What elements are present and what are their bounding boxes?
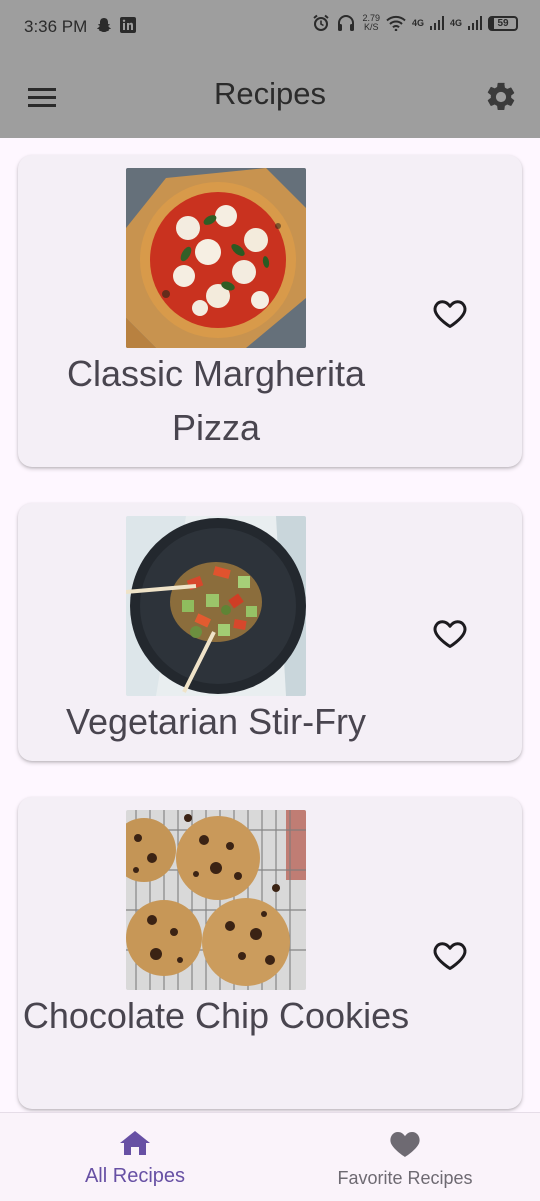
nav-item-favorite-recipes[interactable]: Favorite Recipes	[270, 1113, 540, 1201]
status-time: 3:36 PM	[24, 17, 88, 36]
linkedin-icon	[120, 17, 136, 33]
recipe-card[interactable]: Vegetarian Stir-Fry	[18, 503, 522, 761]
battery-level: 59	[497, 17, 509, 29]
gear-icon[interactable]	[484, 80, 518, 114]
home-icon	[120, 1131, 150, 1155]
battery-icon: 59	[488, 15, 518, 31]
alarm-icon	[313, 14, 330, 31]
snapchat-icon	[97, 18, 111, 32]
heart-outline-icon[interactable]	[432, 937, 468, 973]
recipe-card[interactable]: Classic Margherita Pizza	[18, 155, 522, 467]
wifi-icon	[386, 15, 406, 31]
stir-fry-image	[126, 516, 306, 696]
heart-outline-icon[interactable]	[432, 295, 468, 331]
network-type-1: 4G	[411, 18, 424, 28]
recipe-card[interactable]: Chocolate Chip Cookies	[18, 797, 522, 1109]
recipe-title: Vegetarian Stir-Fry	[65, 701, 367, 742]
bottom-navigation: All Recipes Favorite Recipes	[0, 1112, 540, 1201]
app-bar: Recipes	[0, 56, 540, 138]
network-type-2: 4G	[449, 18, 462, 28]
page-title: Recipes	[214, 76, 326, 111]
signal-icon	[429, 16, 444, 30]
headphones-icon	[338, 15, 355, 31]
heart-icon	[390, 1132, 420, 1157]
recipe-title: Chocolate Chip Cookies	[22, 995, 410, 1036]
heart-outline-icon[interactable]	[432, 615, 468, 651]
pizza-image	[126, 168, 306, 348]
network-speed: 2.79 K/S	[362, 13, 380, 32]
nav-label: All Recipes	[84, 1165, 186, 1187]
nav-item-all-recipes[interactable]: All Recipes	[0, 1113, 270, 1201]
status-bar: 3:36 PM 2.79 K/S 4G 4G 59	[0, 0, 540, 56]
nav-label: Favorite Recipes	[337, 1168, 473, 1188]
cookies-image	[126, 810, 306, 990]
recipe-title: Classic Margherita Pizza	[66, 353, 366, 448]
signal-icon	[468, 16, 482, 30]
